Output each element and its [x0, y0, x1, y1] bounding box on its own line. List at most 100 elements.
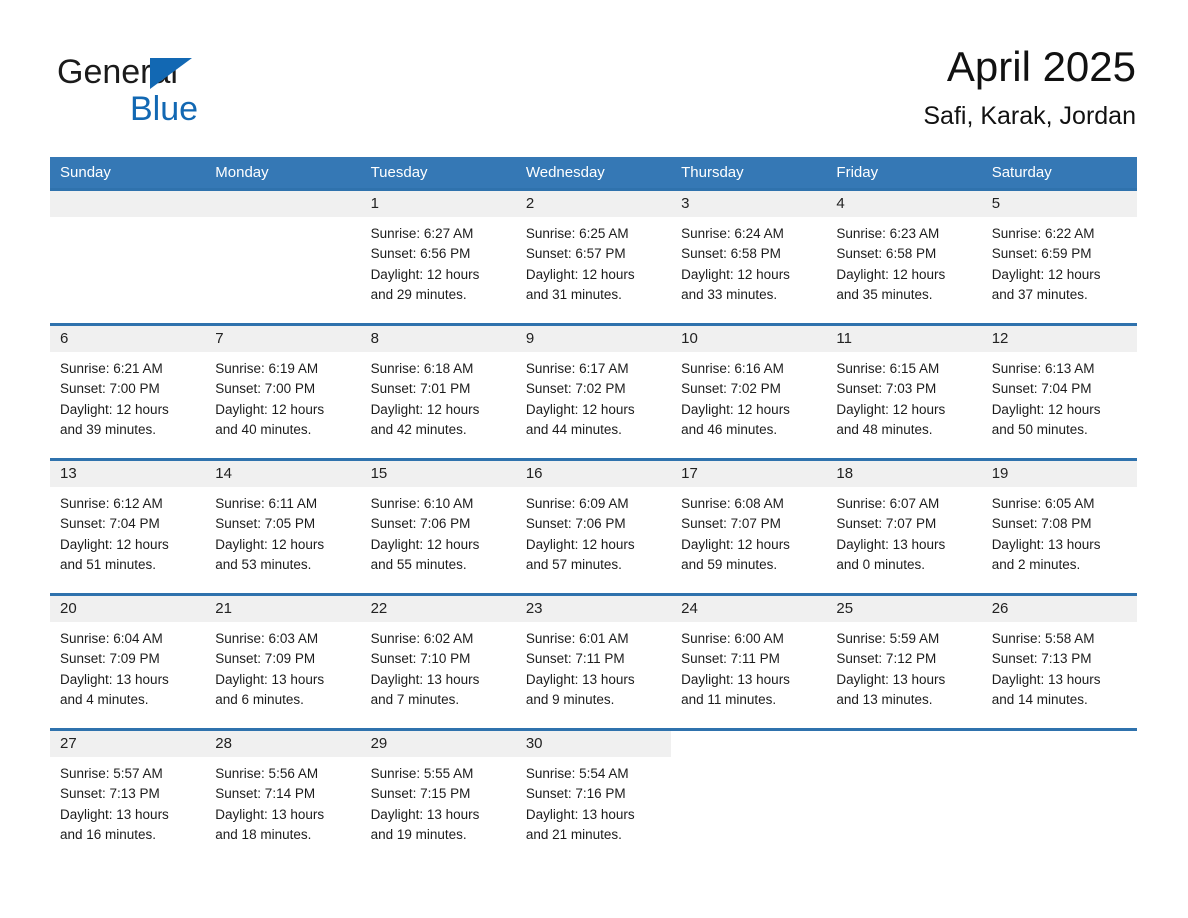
calendar-week-row: 1 Sunrise: 6:27 AM Sunset: 6:56 PM Daylight…: [50, 188, 1137, 323]
day-sun-info: Sunrise: 6:01 AM Sunset: 7:11 PM Daylight:…: [516, 622, 671, 710]
day-number: 8: [360, 326, 516, 352]
day-cell-9[interactable]: 9 Sunrise: 6:17 AM Sunset: 7:02 PM Daylight…: [515, 323, 672, 458]
day-cell-6[interactable]: 6 Sunrise: 6:21 AM Sunset: 7:00 PM Daylight…: [50, 323, 206, 458]
location-subtitle: Safi, Karak, Jordan: [923, 102, 1136, 130]
day-sun-info: Sunrise: 6:15 AM Sunset: 7:03 PM Daylight:…: [826, 352, 981, 440]
day-cell-26[interactable]: 26 Sunrise: 5:58 AM Sunset: 7:13 PM Dayligh…: [981, 593, 1137, 728]
day-sun-info: Sunrise: 6:10 AM Sunset: 7:06 PM Daylight:…: [361, 487, 516, 575]
calendar-grid: Sunday Monday Tuesday Wednesday Thursday Frid…: [50, 157, 1137, 861]
day-info-line: and 53 minutes.: [215, 556, 312, 572]
day-info-line: Daylight: 12 hours: [836, 266, 946, 282]
day-cell-28[interactable]: 28 Sunrise: 5:56 AM Sunset: 7:14 PM Dayligh…: [205, 728, 361, 861]
day-cell-18[interactable]: 18 Sunrise: 6:07 AM Sunset: 7:07 PM Dayligh…: [826, 458, 982, 593]
day-info-line: Sunrise: 6:01 AM: [525, 631, 629, 646]
day-cell-3[interactable]: 3 Sunrise: 6:24 AM Sunset: 6:58 PM Daylight…: [671, 188, 827, 323]
day-number: 11: [826, 326, 982, 352]
day-info-line: Sunrise: 6:24 AM: [681, 226, 784, 241]
day-sun-info: Sunrise: 5:57 AM Sunset: 7:13 PM Daylight:…: [50, 757, 205, 845]
day-info-line: Sunset: 7:07 PM: [681, 516, 781, 532]
day-number: 30: [515, 731, 672, 757]
day-info-line: Sunrise: 6:18 AM: [370, 361, 474, 376]
day-cell-15[interactable]: 15 Sunrise: 6:10 AM Sunset: 7:06 PM Dayligh…: [360, 458, 516, 593]
day-info-line: Sunset: 7:02 PM: [525, 381, 626, 397]
day-sun-info: Sunrise: 6:27 AM Sunset: 6:56 PM Daylight:…: [361, 217, 516, 305]
day-cell-30[interactable]: 30 Sunrise: 5:54 AM Sunset: 7:16 PM Dayligh…: [515, 728, 672, 861]
day-info-line: Sunset: 6:57 PM: [525, 246, 626, 262]
day-sun-info: Sunrise: 6:02 AM Sunset: 7:10 PM Daylight:…: [361, 622, 516, 710]
day-number: 24: [671, 596, 827, 622]
day-info-line: and 14 minutes.: [991, 691, 1088, 707]
page-title: April 2025: [946, 43, 1136, 90]
day-cell-21[interactable]: 21 Sunrise: 6:03 AM Sunset: 7:09 PM Dayligh…: [205, 593, 361, 728]
day-cell-22[interactable]: 22 Sunrise: 6:02 AM Sunset: 7:10 PM Dayligh…: [360, 593, 516, 728]
day-info-line: Sunset: 6:59 PM: [991, 246, 1092, 262]
general-blue-logo[interactable]: General Blue: [57, 52, 317, 132]
day-cell-5[interactable]: 5 Sunrise: 6:22 AM Sunset: 6:59 PM Daylight…: [981, 188, 1137, 323]
day-cell-13[interactable]: 13 Sunrise: 6:12 AM Sunset: 7:04 PM Dayligh…: [50, 458, 206, 593]
day-info-line: Daylight: 12 hours: [681, 266, 790, 282]
day-info-line: Sunrise: 6:09 AM: [525, 496, 629, 511]
day-cell-16[interactable]: 16 Sunrise: 6:09 AM Sunset: 7:06 PM Dayligh…: [515, 458, 672, 593]
day-sun-info: Sunrise: 5:54 AM Sunset: 7:16 PM Daylight:…: [516, 757, 671, 845]
day-cell-2[interactable]: 2 Sunrise: 6:25 AM Sunset: 6:57 PM Daylight…: [515, 188, 672, 323]
day-number: 5: [981, 191, 1137, 217]
day-info-line: Daylight: 13 hours: [991, 536, 1101, 552]
day-info-line: Daylight: 12 hours: [681, 536, 790, 552]
day-number: 21: [205, 596, 361, 622]
day-info-line: Daylight: 13 hours: [370, 806, 480, 822]
day-info-line: Daylight: 13 hours: [215, 806, 325, 822]
day-number: 4: [826, 191, 982, 217]
day-number: [981, 731, 1137, 757]
day-cell-empty: [671, 728, 827, 861]
day-info-line: Daylight: 12 hours: [681, 401, 790, 417]
day-info-line: and 46 minutes.: [681, 421, 778, 437]
weekday-header-monday: Monday: [215, 164, 269, 181]
day-info-line: Sunset: 7:11 PM: [681, 651, 780, 667]
day-cell-20[interactable]: 20 Sunrise: 6:04 AM Sunset: 7:09 PM Dayligh…: [50, 593, 206, 728]
day-info-line: Sunrise: 6:16 AM: [681, 361, 784, 376]
day-cell-11[interactable]: 11 Sunrise: 6:15 AM Sunset: 7:03 PM Dayligh…: [826, 323, 982, 458]
calendar-week-row: 13 Sunrise: 6:12 AM Sunset: 7:04 PM Dayligh…: [50, 458, 1137, 593]
day-info-line: and 31 minutes.: [525, 286, 622, 302]
day-info-line: Daylight: 12 hours: [215, 536, 325, 552]
day-info-line: and 11 minutes.: [681, 691, 777, 707]
day-cell-10[interactable]: 10 Sunrise: 6:16 AM Sunset: 7:02 PM Dayligh…: [671, 323, 827, 458]
day-number: 26: [981, 596, 1137, 622]
day-number: 14: [205, 461, 361, 487]
day-cell-14[interactable]: 14 Sunrise: 6:11 AM Sunset: 7:05 PM Dayligh…: [205, 458, 361, 593]
day-info-line: and 42 minutes.: [370, 421, 467, 437]
day-info-line: and 19 minutes.: [370, 826, 467, 842]
day-number: 12: [981, 326, 1137, 352]
day-info-line: Sunrise: 6:13 AM: [991, 361, 1095, 376]
day-cell-17[interactable]: 17 Sunrise: 6:08 AM Sunset: 7:07 PM Dayligh…: [671, 458, 827, 593]
day-info-line: Daylight: 13 hours: [60, 671, 169, 687]
day-cell-23[interactable]: 23 Sunrise: 6:01 AM Sunset: 7:11 PM Dayligh…: [515, 593, 672, 728]
day-info-line: and 7 minutes.: [370, 691, 460, 707]
day-info-line: and 44 minutes.: [525, 421, 622, 437]
day-info-line: Sunrise: 6:15 AM: [836, 361, 940, 376]
day-cell-4[interactable]: 4 Sunrise: 6:23 AM Sunset: 6:58 PM Daylight…: [826, 188, 982, 323]
day-info-line: Daylight: 13 hours: [681, 671, 790, 687]
day-info-line: Daylight: 12 hours: [60, 536, 169, 552]
day-cell-8[interactable]: 8 Sunrise: 6:18 AM Sunset: 7:01 PM Daylight…: [360, 323, 516, 458]
day-info-line: and 2 minutes.: [991, 556, 1081, 572]
day-cell-24[interactable]: 24 Sunrise: 6:00 AM Sunset: 7:11 PM Dayligh…: [671, 593, 827, 728]
day-cell-7[interactable]: 7 Sunrise: 6:19 AM Sunset: 7:00 PM Daylight…: [205, 323, 361, 458]
day-info-line: Sunset: 6:58 PM: [681, 246, 781, 262]
weekday-header-row: Sunday Monday Tuesday Wednesday Thursday Frid…: [50, 157, 1137, 188]
day-number: [671, 731, 827, 757]
day-cell-29[interactable]: 29 Sunrise: 5:55 AM Sunset: 7:15 PM Dayligh…: [360, 728, 516, 861]
day-info-line: Daylight: 13 hours: [215, 671, 325, 687]
day-cell-1[interactable]: 1 Sunrise: 6:27 AM Sunset: 6:56 PM Daylight…: [360, 188, 516, 323]
day-info-line: Daylight: 13 hours: [836, 536, 946, 552]
day-info-line: Sunset: 7:16 PM: [525, 786, 626, 802]
day-info-line: Sunset: 7:09 PM: [215, 651, 316, 667]
day-info-line: and 39 minutes.: [60, 421, 157, 437]
day-cell-27[interactable]: 27 Sunrise: 5:57 AM Sunset: 7:13 PM Dayligh…: [50, 728, 206, 861]
day-cell-25[interactable]: 25 Sunrise: 5:59 AM Sunset: 7:12 PM Dayligh…: [826, 593, 982, 728]
day-cell-12[interactable]: 12 Sunrise: 6:13 AM Sunset: 7:04 PM Dayligh…: [981, 323, 1137, 458]
day-number: 7: [205, 326, 361, 352]
day-cell-19[interactable]: 19 Sunrise: 6:05 AM Sunset: 7:08 PM Dayligh…: [981, 458, 1137, 593]
day-info-line: Sunrise: 5:58 AM: [991, 631, 1095, 646]
day-number: 16: [515, 461, 672, 487]
